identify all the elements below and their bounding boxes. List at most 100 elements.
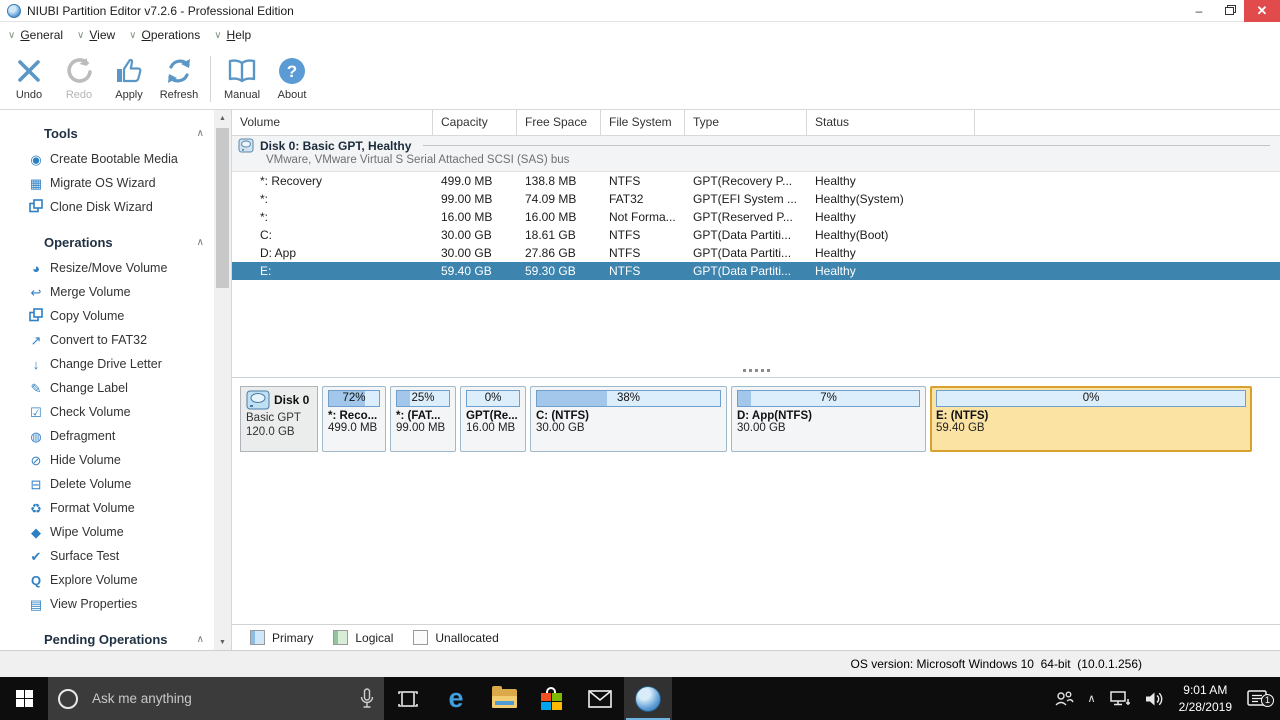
taskbar-edge-button[interactable]: e — [432, 677, 480, 720]
usage-bar: 0% — [466, 390, 520, 407]
legend-unallocated-swatch — [413, 630, 428, 645]
section-header-operations[interactable]: Operations ∧ — [0, 229, 214, 256]
notification-badge: 1 — [1261, 694, 1274, 707]
minimize-button[interactable]: – — [1184, 0, 1214, 22]
sidebar-item-clone-disk-wizard[interactable]: Clone Disk Wizard — [0, 195, 214, 219]
sidebar-item-defragment[interactable]: ◍ Defragment — [0, 424, 214, 448]
search-placeholder-text: Ask me anything — [92, 691, 360, 706]
taskbar-store-button[interactable] — [528, 677, 576, 720]
menu-operations[interactable]: ∨ Operations — [129, 28, 200, 42]
table-row-e-selected[interactable]: E: 59.40 GB 59.30 GB NTFS GPT(Data Parti… — [232, 262, 1280, 280]
disk-map-disk-info[interactable]: Disk 0 Basic GPT 120.0 GB — [240, 386, 318, 452]
sidebar-item-wipe-volume[interactable]: ◆ Wipe Volume — [0, 520, 214, 544]
table-row-d[interactable]: D: App 30.00 GB 27.86 GB NTFS GPT(Data P… — [232, 244, 1280, 262]
taskbar-file-explorer-button[interactable] — [480, 677, 528, 720]
partition-block-e-selected[interactable]: 0% E: (NTFS) 59.40 GB — [930, 386, 1252, 452]
toolbar-separator — [210, 56, 211, 102]
status-bar: OS version: Microsoft Windows 10 64-bit … — [0, 650, 1280, 677]
legend-logical-swatch — [333, 630, 348, 645]
about-button[interactable]: ? About — [267, 51, 317, 107]
usage-bar: 72% — [328, 390, 380, 407]
defragment-icon: ◍ — [26, 430, 46, 443]
column-header-type[interactable]: Type — [685, 110, 807, 135]
microphone-icon[interactable] — [360, 688, 374, 710]
legend: Primary Logical Unallocated — [232, 624, 1280, 650]
close-button[interactable]: ✕ — [1244, 0, 1280, 22]
sidebar-item-explore-volume[interactable]: Q Explore Volume — [0, 568, 214, 592]
taskbar-mail-button[interactable] — [576, 677, 624, 720]
sidebar-item-migrate-os-wizard[interactable]: ▦ Migrate OS Wizard — [0, 171, 214, 195]
people-icon[interactable] — [1047, 690, 1081, 708]
scroll-up-icon[interactable]: ▲ — [214, 110, 231, 126]
sidebar-item-delete-volume[interactable]: ⊟ Delete Volume — [0, 472, 214, 496]
legend-primary-swatch — [250, 630, 265, 645]
delete-icon: ⊟ — [26, 478, 46, 491]
magnifier-icon: Q — [26, 574, 46, 587]
menu-help[interactable]: ∨ Help — [214, 28, 251, 42]
column-header-status[interactable]: Status — [807, 110, 975, 135]
cortana-search-bar[interactable]: Ask me anything — [48, 677, 384, 720]
disk-group-row[interactable]: Disk 0: Basic GPT, Healthy VMware, VMwar… — [232, 136, 1280, 172]
manual-button[interactable]: Manual — [217, 51, 267, 107]
chevron-up-icon: ∧ — [197, 634, 204, 645]
refresh-button[interactable]: Refresh — [154, 51, 204, 107]
sidebar-item-change-label[interactable]: ✎ Change Label — [0, 376, 214, 400]
table-row-recovery[interactable]: *: Recovery 499.0 MB 138.8 MB NTFS GPT(R… — [232, 172, 1280, 190]
undo-button[interactable]: Undo — [4, 51, 54, 107]
sidebar-item-copy-volume[interactable]: Copy Volume — [0, 304, 214, 328]
sidebar: Tools ∧ ◉ Create Bootable Media ▦ Migrat… — [0, 110, 214, 650]
sidebar-item-check-volume[interactable]: ☑ Check Volume — [0, 400, 214, 424]
column-header-file-system[interactable]: File System — [601, 110, 685, 135]
table-row-reserved[interactable]: *: 16.00 MB 16.00 MB Not Forma... GPT(Re… — [232, 208, 1280, 226]
task-view-button[interactable] — [384, 677, 432, 720]
action-center-button[interactable]: 1 — [1240, 689, 1280, 709]
sidebar-item-hide-volume[interactable]: ⊘ Hide Volume — [0, 448, 214, 472]
edge-icon: e — [448, 685, 463, 712]
redo-icon — [64, 56, 94, 86]
file-explorer-icon — [492, 689, 517, 708]
sidebar-item-merge-volume[interactable]: ↩ Merge Volume — [0, 280, 214, 304]
sidebar-item-create-bootable-media[interactable]: ◉ Create Bootable Media — [0, 147, 214, 171]
table-row-c[interactable]: C: 30.00 GB 18.61 GB NTFS GPT(Data Parti… — [232, 226, 1280, 244]
scroll-down-icon[interactable]: ▼ — [214, 634, 231, 650]
redo-button[interactable]: Redo — [54, 51, 104, 107]
column-header-free-space[interactable]: Free Space — [517, 110, 601, 135]
menu-view[interactable]: ∨ View — [77, 28, 115, 42]
clock-time: 9:01 AM — [1179, 682, 1232, 698]
clock-date: 2/28/2019 — [1179, 699, 1232, 715]
partition-block-recovery[interactable]: 72% *: Reco... 499.0 MB — [322, 386, 386, 452]
taskbar-clock[interactable]: 9:01 AM 2/28/2019 — [1171, 682, 1240, 714]
disk-icon — [246, 390, 270, 410]
network-icon[interactable] — [1103, 690, 1137, 707]
scrollbar-thumb[interactable] — [216, 128, 229, 288]
clone-disk-icon — [26, 199, 46, 215]
chevron-up-icon: ∧ — [197, 237, 204, 248]
partition-block-reserved[interactable]: 0% GPT(Re... 16.00 MB — [460, 386, 526, 452]
panel-splitter[interactable] — [232, 364, 1280, 378]
volume-icon[interactable] — [1137, 690, 1171, 708]
restore-button[interactable] — [1214, 0, 1244, 22]
sidebar-scrollbar[interactable]: ▲ ▼ — [214, 110, 231, 650]
usage-bar: 0% — [936, 390, 1246, 407]
menu-general[interactable]: ∨ General — [8, 28, 63, 42]
tray-chevron-up-icon[interactable]: ∧ — [1081, 692, 1103, 705]
title-bar: NIUBI Partition Editor v7.2.6 - Professi… — [0, 0, 1280, 22]
section-header-pending-operations[interactable]: Pending Operations ∧ — [0, 626, 214, 650]
apply-button[interactable]: Apply — [104, 51, 154, 107]
partition-block-d[interactable]: 7% D: App(NTFS) 30.00 GB — [731, 386, 926, 452]
sidebar-item-surface-test[interactable]: ✔ Surface Test — [0, 544, 214, 568]
table-row-efi[interactable]: *: 99.00 MB 74.09 MB FAT32 GPT(EFI Syste… — [232, 190, 1280, 208]
sidebar-item-view-properties[interactable]: ▤ View Properties — [0, 592, 214, 616]
partition-block-efi[interactable]: 25% *: (FAT... 99.00 MB — [390, 386, 456, 452]
partition-block-c[interactable]: 38% C: (NTFS) 30.00 GB — [530, 386, 727, 452]
section-header-tools[interactable]: Tools ∧ — [0, 120, 214, 147]
sidebar-item-convert-to-fat32[interactable]: ↗ Convert to FAT32 — [0, 328, 214, 352]
sidebar-item-format-volume[interactable]: ♻ Format Volume — [0, 496, 214, 520]
sidebar-item-resize-move-volume[interactable]: ◕ Resize/Move Volume — [0, 256, 214, 280]
taskbar-niubi-button[interactable] — [624, 677, 672, 720]
column-header-capacity[interactable]: Capacity — [433, 110, 517, 135]
niubi-app-icon — [635, 686, 661, 712]
column-header-volume[interactable]: Volume — [232, 110, 433, 135]
start-button[interactable] — [0, 677, 48, 720]
sidebar-item-change-drive-letter[interactable]: ↓ Change Drive Letter — [0, 352, 214, 376]
